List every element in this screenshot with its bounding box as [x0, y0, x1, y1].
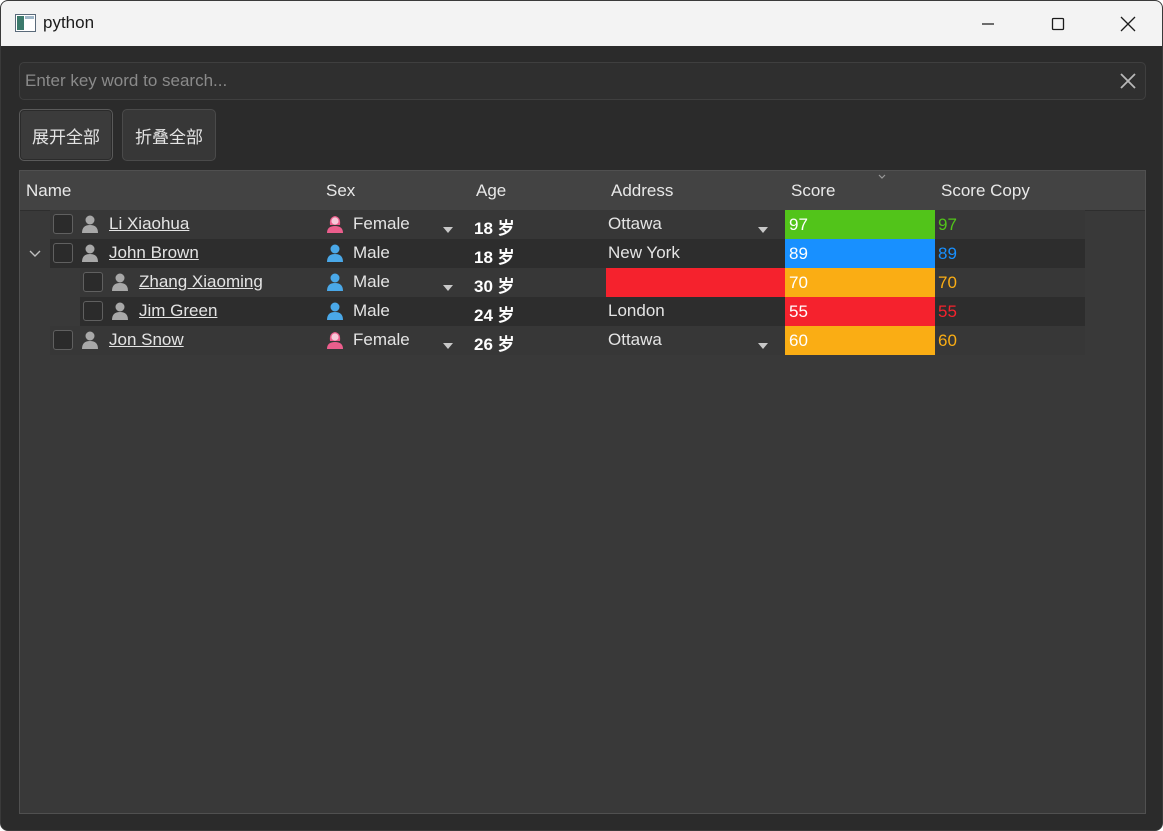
title-bar: python [1, 1, 1162, 46]
row-address: London [608, 301, 665, 320]
address-empty-cell[interactable] [606, 268, 786, 297]
row-age: 26 岁 [474, 335, 515, 354]
row-age: 18 岁 [474, 219, 515, 238]
tree-row[interactable]: Jon Snow Female 26 岁 Ottawa 60 60 [20, 326, 1145, 355]
row-score-copy: 70 [938, 273, 957, 292]
row-checkbox[interactable] [53, 330, 73, 350]
tree-row[interactable]: John Brown Male 18 岁 New York 89 89 [20, 239, 1145, 268]
person-icon [111, 272, 129, 292]
row-name-link[interactable]: Jon Snow [109, 330, 184, 350]
column-header-age[interactable]: Age [476, 181, 506, 201]
expand-chevron-icon[interactable] [28, 247, 42, 261]
row-score: 89 [789, 244, 808, 263]
sex-dropdown-arrow-icon[interactable] [443, 336, 453, 349]
row-age: 18 岁 [474, 248, 515, 267]
person-icon [81, 243, 99, 263]
row-name-link[interactable]: Zhang Xiaoming [139, 272, 263, 292]
sort-indicator-icon [878, 174, 886, 179]
column-header-score[interactable]: Score [791, 181, 835, 201]
row-score-copy: 97 [938, 215, 957, 234]
maximize-icon [1051, 17, 1065, 30]
search-input[interactable] [20, 63, 1100, 99]
row-age: 24 岁 [474, 306, 515, 325]
row-sex: Male [353, 301, 390, 320]
row-score: 60 [789, 331, 808, 350]
row-score: 70 [789, 273, 808, 292]
address-dropdown-arrow-icon[interactable] [758, 220, 768, 233]
clear-icon[interactable] [1119, 72, 1137, 90]
row-age: 30 岁 [474, 277, 515, 296]
close-icon [1120, 16, 1136, 31]
row-address: Ottawa [608, 330, 662, 349]
tree-header: Name Sex Age Address Score Score Copy [20, 171, 1145, 211]
main-content: 展开全部 折叠全部 Name Sex Age Address Score Sco… [1, 46, 1162, 830]
tree-row[interactable]: Li Xiaohua Female 18 岁 Ottawa 97 97 [20, 210, 1145, 239]
tree-row[interactable]: Jim Green Male 24 岁 London 55 55 [20, 297, 1145, 326]
expand-all-button[interactable]: 展开全部 [19, 109, 113, 161]
row-checkbox[interactable] [53, 214, 73, 234]
row-sex: Female [353, 330, 410, 349]
address-dropdown-arrow-icon[interactable] [758, 336, 768, 349]
row-score-copy: 89 [938, 244, 957, 263]
minimize-icon [982, 22, 994, 25]
column-header-address[interactable]: Address [611, 181, 673, 201]
person-icon [81, 330, 99, 350]
column-header-name[interactable]: Name [26, 181, 71, 201]
sex-dropdown-arrow-icon[interactable] [443, 220, 453, 233]
tree-row[interactable]: Zhang Xiaoming Male 30 岁 70 70 [20, 268, 1145, 297]
row-score-copy: 55 [938, 302, 957, 321]
app-window: python 展开全部 折叠全部 Name Sex Age Address Sc… [0, 0, 1163, 831]
row-sex: Female [353, 214, 410, 233]
maximize-button[interactable] [1023, 1, 1093, 46]
row-address: Ottawa [608, 214, 662, 233]
person-icon [111, 301, 129, 321]
row-sex: Male [353, 243, 390, 262]
window-title: python [43, 13, 95, 32]
sex-dropdown-arrow-icon[interactable] [443, 278, 453, 291]
row-checkbox[interactable] [83, 301, 103, 321]
tree-view: Name Sex Age Address Score Score Copy Li… [19, 170, 1146, 814]
male-icon [326, 301, 344, 321]
row-checkbox[interactable] [53, 243, 73, 263]
column-header-score-copy[interactable]: Score Copy [941, 181, 1030, 201]
female-icon [326, 330, 344, 350]
app-icon [15, 14, 36, 32]
female-icon [326, 214, 344, 234]
person-icon [81, 214, 99, 234]
row-name-link[interactable]: Jim Green [139, 301, 217, 321]
male-icon [326, 272, 344, 292]
male-icon [326, 243, 344, 263]
row-score: 97 [789, 215, 808, 234]
minimize-button[interactable] [953, 1, 1023, 46]
row-name-link[interactable]: John Brown [109, 243, 199, 263]
search-box [19, 62, 1146, 100]
row-checkbox[interactable] [83, 272, 103, 292]
row-score: 55 [789, 302, 808, 321]
close-button[interactable] [1093, 1, 1162, 46]
row-sex: Male [353, 272, 390, 291]
row-name-link[interactable]: Li Xiaohua [109, 214, 189, 234]
collapse-all-button[interactable]: 折叠全部 [122, 109, 216, 161]
row-score-copy: 60 [938, 331, 957, 350]
row-address: New York [608, 243, 680, 262]
column-header-sex[interactable]: Sex [326, 181, 355, 201]
